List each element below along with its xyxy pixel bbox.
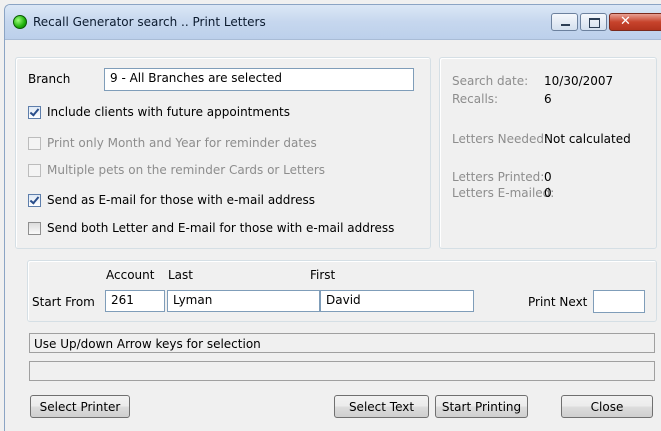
print-month-year-only-checkbox[interactable]: Print only Month and Year for reminder d… xyxy=(28,135,317,151)
checkbox-label: Multiple pets on the reminder Cards or L… xyxy=(47,163,326,177)
options-group: Branch 9 - All Branches are selected Inc… xyxy=(15,57,431,249)
app-status-icon xyxy=(13,15,27,29)
maximize-icon xyxy=(589,18,600,28)
checkbox-unchecked-icon xyxy=(28,136,41,150)
checkbox-label: Send as E-mail for those with e-mail add… xyxy=(47,193,315,207)
letters-needed-value: Not calculated xyxy=(544,132,631,146)
letters-emailed-label: Letters E-mailed: xyxy=(452,186,555,200)
checkbox-label: Include clients with future appointments xyxy=(47,105,291,119)
last-name-input[interactable]: Lyman xyxy=(167,290,320,312)
maximize-button[interactable] xyxy=(580,13,607,31)
checkbox-checked-icon xyxy=(28,193,41,207)
checkbox-label: Print only Month and Year for reminder d… xyxy=(47,136,317,150)
close-icon: ✕ xyxy=(620,14,631,29)
close-window-button[interactable]: ✕ xyxy=(609,13,661,31)
letters-needed-label: Letters Needed: xyxy=(452,132,549,146)
letters-printed-value: 0 xyxy=(544,170,552,184)
search-date-label: Search date: xyxy=(452,74,529,88)
first-column-header: First xyxy=(310,268,336,282)
secondary-status-bar xyxy=(29,361,655,381)
print-next-input[interactable] xyxy=(593,290,645,313)
last-column-header: Last xyxy=(168,268,193,282)
first-name-input[interactable]: David xyxy=(320,290,474,312)
summary-group: Search date: 10/30/2007 Recalls: 6 Lette… xyxy=(439,57,657,249)
checkbox-checked-icon xyxy=(28,105,41,119)
window-title: Recall Generator search .. Print Letters xyxy=(33,15,266,29)
recalls-label: Recalls: xyxy=(452,92,499,106)
branch-input[interactable]: 9 - All Branches are selected xyxy=(104,68,414,91)
branch-label: Branch xyxy=(28,72,71,86)
checkbox-label: Send both Letter and E-mail for those wi… xyxy=(47,221,395,235)
select-text-button[interactable]: Select Text xyxy=(334,395,429,418)
close-button[interactable]: Close xyxy=(561,395,653,418)
letters-emailed-value: 0 xyxy=(544,186,552,200)
search-date-value: 10/30/2007 xyxy=(544,74,614,88)
checkbox-unchecked-icon xyxy=(28,163,41,177)
title-bar[interactable]: Recall Generator search .. Print Letters… xyxy=(5,5,661,40)
checkbox-unchecked-icon xyxy=(28,221,41,235)
start-from-group: Account Last First Start From 261 Lyman … xyxy=(27,260,657,322)
letters-printed-label: Letters Printed: xyxy=(452,170,545,184)
multiple-pets-checkbox[interactable]: Multiple pets on the reminder Cards or L… xyxy=(28,162,325,178)
recall-generator-window: Recall Generator search .. Print Letters… xyxy=(4,4,661,431)
minimize-button[interactable] xyxy=(551,13,578,31)
start-from-label: Start From xyxy=(32,295,95,309)
send-as-email-checkbox[interactable]: Send as E-mail for those with e-mail add… xyxy=(28,192,315,208)
select-printer-button[interactable]: Select Printer xyxy=(30,395,130,418)
print-next-label: Print Next xyxy=(528,295,588,309)
account-input[interactable]: 261 xyxy=(105,290,165,312)
start-printing-button[interactable]: Start Printing xyxy=(435,395,528,418)
include-future-appointments-checkbox[interactable]: Include clients with future appointments xyxy=(28,104,290,120)
minimize-icon xyxy=(561,24,570,26)
send-letter-and-email-checkbox[interactable]: Send both Letter and E-mail for those wi… xyxy=(28,220,394,236)
hint-status-bar: Use Up/down Arrow keys for selection xyxy=(29,333,655,353)
account-column-header: Account xyxy=(106,268,155,282)
recalls-value: 6 xyxy=(544,92,552,106)
